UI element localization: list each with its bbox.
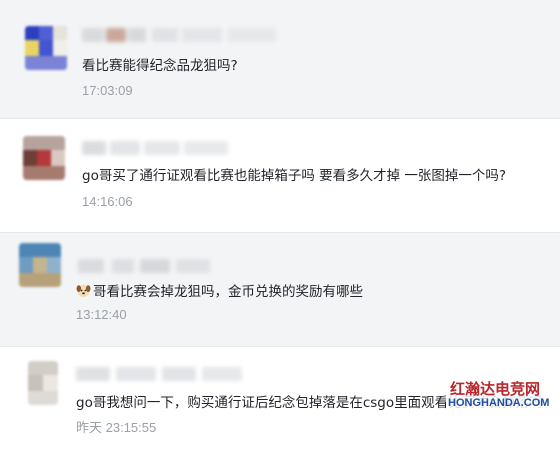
comment-card: 看比赛能得纪念品龙狙吗? 17:03:09 xyxy=(0,0,560,118)
username-blurred[interactable] xyxy=(76,365,246,383)
comment-text: 看比赛能得纪念品龙狙吗? xyxy=(82,58,238,74)
username-blurred[interactable] xyxy=(78,257,218,275)
comment-card: 哥看比赛会掉龙狙吗，金币兑换的奖励有哪些 13:12:40 xyxy=(0,233,560,346)
comment-timestamp: 昨天 23:15:55 xyxy=(76,420,157,435)
dog-face-icon xyxy=(76,284,91,298)
comment-timestamp: 13:12:40 xyxy=(76,307,127,322)
comment-text: go哥买了通行证观看比赛也能掉箱子吗 要看多久才掉 一张图掉一个吗? xyxy=(82,168,507,184)
watermark-url: HONGHANDA.COM xyxy=(448,397,550,409)
comment-card: go哥买了通行证观看比赛也能掉箱子吗 要看多久才掉 一张图掉一个吗? 14:16… xyxy=(0,119,560,232)
site-watermark: 红瀚达电竞网 HONGHANDA.COM xyxy=(446,378,554,412)
avatar[interactable] xyxy=(28,361,58,405)
avatar[interactable] xyxy=(19,243,61,287)
username-blurred[interactable] xyxy=(82,26,282,44)
comment-timestamp: 14:16:06 xyxy=(82,194,133,209)
avatar[interactable] xyxy=(23,136,65,180)
comment-timestamp: 17:03:09 xyxy=(82,83,133,98)
username-blurred[interactable] xyxy=(82,139,232,157)
avatar[interactable] xyxy=(25,26,67,70)
comment-text-body: 哥看比赛会掉龙狙吗，金币兑换的奖励有哪些 xyxy=(93,284,363,300)
comment-text: 哥看比赛会掉龙狙吗，金币兑换的奖励有哪些 xyxy=(76,283,363,301)
watermark-title: 红瀚达电竞网 xyxy=(450,380,541,398)
